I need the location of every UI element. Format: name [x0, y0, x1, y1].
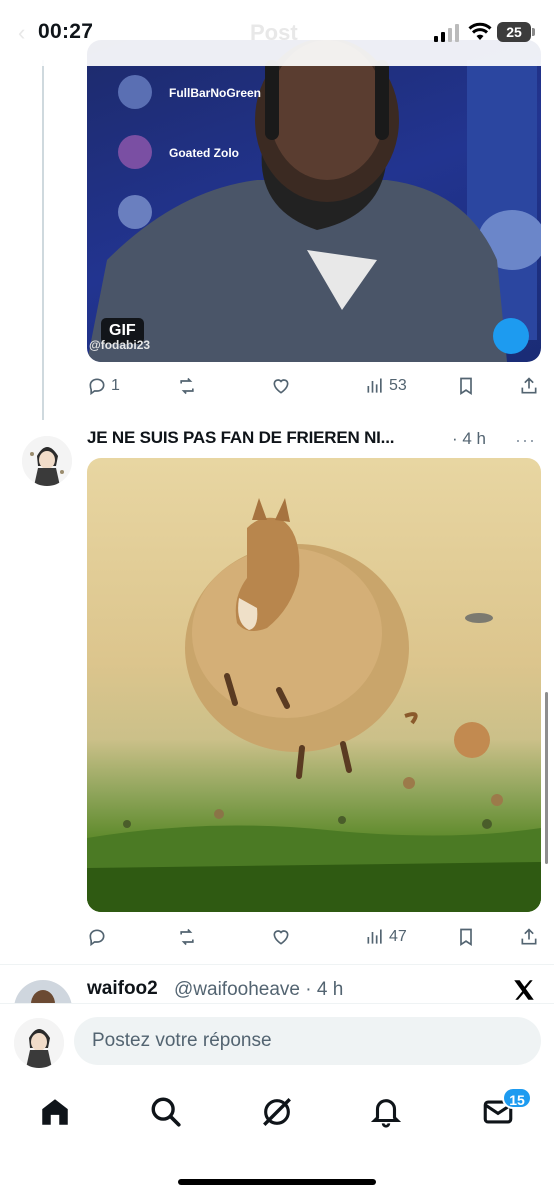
- tweet-time[interactable]: · 4 h: [452, 429, 486, 449]
- avatar[interactable]: [22, 436, 72, 486]
- repost-button[interactable]: [177, 374, 197, 398]
- back-icon[interactable]: ‹: [18, 20, 25, 46]
- reply-input[interactable]: Postez votre réponse: [74, 1017, 541, 1065]
- reply-button[interactable]: [87, 925, 107, 949]
- bookmark-icon: [460, 377, 472, 396]
- thread-line: [42, 60, 44, 420]
- search-icon[interactable]: [149, 1095, 183, 1129]
- avatar-illustration: [22, 436, 72, 486]
- battery-level: 25: [497, 22, 531, 42]
- notification-badge: 15: [502, 1087, 532, 1109]
- gif-watermark: @fodabi23: [89, 338, 151, 352]
- views-icon: [367, 929, 382, 944]
- x-logo-icon: [514, 980, 534, 1000]
- gif-frame-illustration: [87, 40, 541, 362]
- share-icon: [521, 928, 537, 945]
- signal-icon: [434, 24, 459, 42]
- view-count: 53: [389, 377, 407, 394]
- home-icon[interactable]: [38, 1095, 72, 1129]
- repost-icon: [180, 377, 194, 395]
- views-icon: [367, 378, 382, 393]
- bookmark-button[interactable]: [456, 925, 476, 949]
- reply-icon: [89, 378, 105, 396]
- current-user-avatar[interactable]: [14, 1018, 64, 1068]
- avatar-illustration: [14, 1018, 64, 1068]
- grok-icon[interactable]: [260, 1095, 294, 1129]
- scroll-indicator[interactable]: [545, 692, 548, 864]
- wifi-icon: [468, 22, 492, 40]
- bottom-tab-bar: 15: [0, 1081, 554, 1199]
- view-count: 47: [389, 928, 407, 945]
- notifications-icon[interactable]: [369, 1095, 403, 1129]
- reply-bar: Postez votre réponse: [0, 1003, 554, 1081]
- tweet-actions: 1 53: [87, 374, 541, 398]
- author-name[interactable]: waifoo2: [87, 978, 158, 1000]
- author-handle[interactable]: @waifooheave · 4 h: [174, 979, 343, 1001]
- stream-name: Goated Zolo: [169, 146, 239, 160]
- battery-tip: [532, 28, 535, 36]
- bookmark-icon: [460, 928, 472, 947]
- share-icon: [521, 377, 537, 394]
- bookmark-button[interactable]: [456, 374, 476, 398]
- divider: [0, 964, 554, 965]
- reply-button[interactable]: 1: [87, 374, 120, 398]
- repost-button[interactable]: [177, 925, 197, 949]
- reply-icon: [89, 929, 105, 947]
- views-button[interactable]: 53: [365, 374, 407, 398]
- page-title: Post: [250, 20, 298, 45]
- status-time: 00:27: [38, 20, 94, 43]
- share-button[interactable]: [519, 925, 539, 949]
- home-indicator: [178, 1179, 376, 1185]
- more-options-icon[interactable]: ···: [515, 430, 536, 451]
- heart-icon: [273, 379, 289, 394]
- tweet-gif-media[interactable]: FullBarNoGreen Goated Zolo GIF @fodabi23: [87, 40, 541, 362]
- repost-icon: [180, 928, 194, 946]
- heart-icon: [273, 930, 289, 945]
- share-button[interactable]: [519, 374, 539, 398]
- reply-count: 1: [111, 377, 120, 394]
- tweet-image-media[interactable]: [87, 458, 541, 912]
- status-bar: ‹ Post 00:27 25: [0, 0, 554, 66]
- flying-horse-illustration: [87, 498, 541, 912]
- like-button[interactable]: [271, 925, 291, 949]
- views-button[interactable]: 47: [365, 925, 407, 949]
- like-button[interactable]: [271, 374, 291, 398]
- stream-name: FullBarNoGreen: [169, 86, 262, 100]
- tweet-title[interactable]: JE NE SUIS PAS FAN DE FRIEREN NI...: [87, 428, 394, 448]
- tweet-actions: 47: [87, 925, 541, 949]
